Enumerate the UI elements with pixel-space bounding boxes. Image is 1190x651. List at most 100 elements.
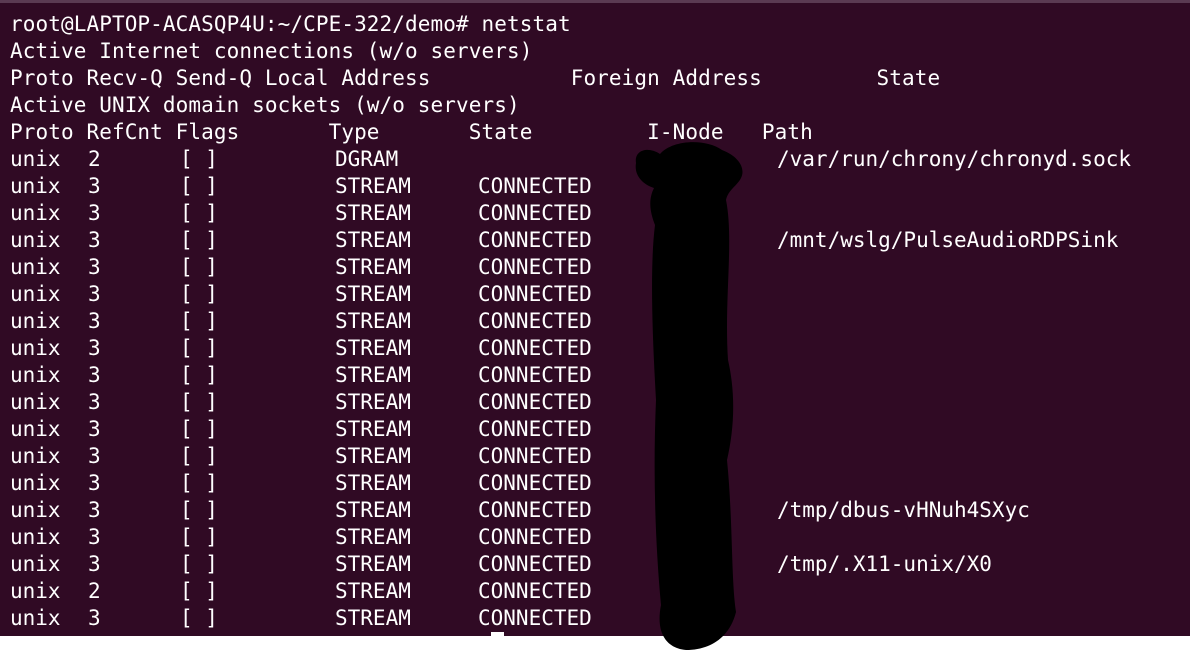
flags-cell: [ ] — [180, 228, 218, 252]
refcnt-cell: 3 — [88, 174, 101, 198]
table-row: unix 3 [ ] STREAM CONNECTED — [0, 173, 1190, 200]
type-cell: STREAM — [335, 498, 411, 522]
table-row: unix 3 [ ] STREAM CONNECTED — [0, 254, 1190, 281]
path-cell: /tmp/.X11-unix/X0 — [777, 552, 992, 576]
state-cell: CONNECTED — [478, 579, 592, 603]
type-cell: STREAM — [335, 201, 411, 225]
refcnt-cell: 3 — [88, 498, 101, 522]
proto-cell: unix — [10, 363, 61, 387]
unix-column-header: Proto RefCnt Flags Type State I-Node Pat… — [10, 120, 813, 144]
type-cell: STREAM — [335, 390, 411, 414]
state-cell: CONNECTED — [478, 201, 592, 225]
inet-column-header: Proto Recv-Q Send-Q Local Address Foreig… — [10, 66, 941, 90]
proto-cell: unix — [10, 579, 61, 603]
flags-cell: [ ] — [180, 444, 218, 468]
type-cell: STREAM — [335, 444, 411, 468]
terminal-window[interactable]: root@LAPTOP-ACASQP4U:~/CPE-322/demo# net… — [0, 0, 1190, 636]
state-cell: CONNECTED — [478, 390, 592, 414]
flags-cell: [ ] — [180, 552, 218, 576]
window-top-border — [0, 0, 1190, 3]
type-cell: STREAM — [335, 552, 411, 576]
proto-cell: unix — [10, 417, 61, 441]
flags-cell: [ ] — [180, 525, 218, 549]
flags-cell: [ ] — [180, 579, 218, 603]
table-row: unix 3 [ ] STREAM CONNECTED — [0, 470, 1190, 497]
table-row: unix 2 [ ] STREAM CONNECTED — [0, 578, 1190, 605]
table-row: unix 3 [ ] STREAM CONNECTED — [0, 308, 1190, 335]
flags-cell: [ ] — [180, 309, 218, 333]
state-cell: CONNECTED — [478, 174, 592, 198]
table-row: unix 3 [ ] STREAM CONNECTED — [0, 416, 1190, 443]
state-cell: CONNECTED — [478, 282, 592, 306]
table-row: unix 3 [ ] STREAM CONNECTED/tmp/.X11-unix/X0 — [0, 551, 1190, 578]
type-cell: STREAM — [335, 525, 411, 549]
state-cell: CONNECTED — [478, 255, 592, 279]
refcnt-cell: 3 — [88, 309, 101, 333]
type-cell: STREAM — [335, 336, 411, 360]
refcnt-cell: 3 — [88, 228, 101, 252]
state-cell: CONNECTED — [478, 444, 592, 468]
flags-cell: [ ] — [180, 417, 218, 441]
type-cell: STREAM — [335, 174, 411, 198]
flags-cell: [ ] — [180, 282, 218, 306]
table-row: unix 3 [ ] STREAM CONNECTED/mnt/wslg/PulseAu… — [0, 227, 1190, 254]
proto-cell: unix — [10, 201, 61, 225]
state-cell: CONNECTED — [478, 363, 592, 387]
proto-cell: unix — [10, 390, 61, 414]
refcnt-cell: 3 — [88, 201, 101, 225]
flags-cell: [ ] — [180, 606, 218, 630]
proto-cell: unix — [10, 444, 61, 468]
flags-cell: [ ] — [180, 201, 218, 225]
table-row: unix 3 [ ] STREAM CONNECTED — [0, 524, 1190, 551]
path-cell: /tmp/dbus-vHNuh4SXyc — [777, 498, 1030, 522]
refcnt-cell: 3 — [88, 336, 101, 360]
flags-cell: [ ] — [180, 147, 218, 171]
proto-cell: unix — [10, 147, 61, 171]
state-cell: CONNECTED — [478, 228, 592, 252]
inet-section-title: Active Internet connections (w/o servers… — [10, 39, 533, 63]
table-row: unix 3 [ ] STREAM CONNECTED — [0, 335, 1190, 362]
proto-cell: unix — [10, 498, 61, 522]
state-cell: CONNECTED — [478, 336, 592, 360]
proto-cell: unix — [10, 471, 61, 495]
flags-cell: [ ] — [180, 174, 218, 198]
type-cell: STREAM — [335, 309, 411, 333]
refcnt-cell: 3 — [88, 444, 101, 468]
path-cell: /mnt/wslg/PulseAudioRDPSink — [777, 228, 1119, 252]
flags-cell: [ ] — [180, 336, 218, 360]
table-row: unix 2 [ ] DGRAM/var/run/chrony/chronyd.soc… — [0, 146, 1190, 173]
proto-cell: unix — [10, 336, 61, 360]
table-row: unix 3 [ ] STREAM CONNECTED — [0, 389, 1190, 416]
path-cell: /var/run/chrony/chronyd.sock — [777, 147, 1132, 171]
refcnt-cell: 3 — [88, 471, 101, 495]
table-row: unix 3 [ ] STREAM CONNECTED — [0, 605, 1190, 632]
refcnt-cell: 3 — [88, 390, 101, 414]
flags-cell: [ ] — [180, 363, 218, 387]
type-cell: STREAM — [335, 282, 411, 306]
state-cell: CONNECTED — [478, 309, 592, 333]
table-row: unix 3 [ ] STREAM CONNECTED — [0, 443, 1190, 470]
refcnt-cell: 2 — [88, 579, 101, 603]
state-cell: CONNECTED — [478, 552, 592, 576]
refcnt-cell: 3 — [88, 525, 101, 549]
type-cell: DGRAM — [335, 147, 399, 171]
refcnt-cell: 2 — [88, 147, 101, 171]
table-row: unix 3 [ ] STREAM CONNECTED — [0, 362, 1190, 389]
type-cell: STREAM — [335, 417, 411, 441]
proto-cell: unix — [10, 606, 61, 630]
table-row: unix 3 [ ] STREAM CONNECTED/tmp/dbus-vHNuh4S… — [0, 497, 1190, 524]
state-cell: CONNECTED — [478, 525, 592, 549]
state-cell: CONNECTED — [478, 471, 592, 495]
unix-section-title: Active UNIX domain sockets (w/o servers) — [10, 93, 520, 117]
table-row: unix 3 [ ] STREAM CONNECTED — [0, 200, 1190, 227]
refcnt-cell: 3 — [88, 606, 101, 630]
refcnt-cell: 3 — [88, 417, 101, 441]
proto-cell: unix — [10, 282, 61, 306]
proto-cell: unix — [10, 174, 61, 198]
refcnt-cell: 3 — [88, 282, 101, 306]
proto-cell: unix — [10, 228, 61, 252]
type-cell: STREAM — [335, 255, 411, 279]
table-row: unix 3 [ ] STREAM CONNECTED — [0, 281, 1190, 308]
proto-cell: unix — [10, 255, 61, 279]
text-cursor — [491, 632, 504, 636]
